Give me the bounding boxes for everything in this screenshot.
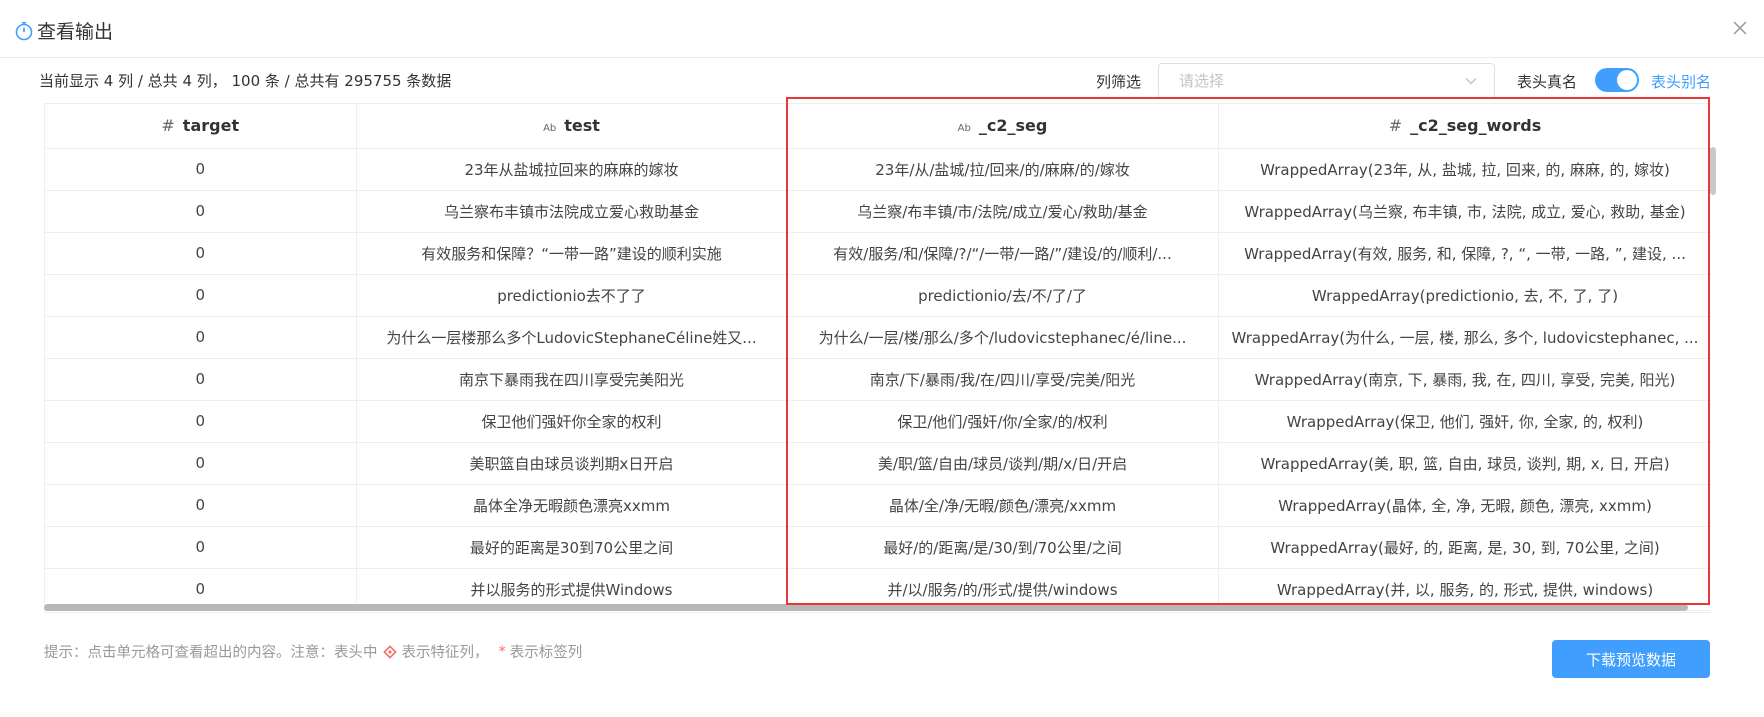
column-header-label: _c2_seg	[978, 116, 1048, 136]
table-cell[interactable]: 南京/下/暴雨/我/在/四川/享受/完美/阳光	[787, 358, 1219, 401]
table-cell[interactable]: 0	[45, 400, 357, 443]
table-cell[interactable]: 23年从盐城拉回来的麻麻的嫁妆	[356, 148, 788, 191]
toggle-knob	[1617, 70, 1637, 90]
table-cell[interactable]: 有效服务和保障？“一带一路”建设的顺利实施	[356, 232, 788, 275]
table-row: 0 晶体全净无暇颜色漂亮xxmm 晶体/全/净/无暇/颜色/漂亮/xxmm Wr…	[45, 484, 1711, 527]
table-cell[interactable]: 0	[45, 526, 357, 569]
number-type-icon: #	[1388, 116, 1403, 136]
vertical-scrollbar[interactable]	[1710, 147, 1716, 195]
table-cell[interactable]: 美职篮自由球员谈判期x日开启	[356, 442, 788, 485]
data-table: # target Ab test Ab _c2_seg # _c2_seg_words …	[45, 104, 1711, 611]
table-header-row: # target Ab test Ab _c2_seg # _c2_seg_words	[45, 104, 1711, 149]
table-row: 0 保卫他们强奸你全家的权利 保卫/他们/强奸/你/全家/的/权利 Wrappe…	[45, 400, 1711, 443]
table-cell[interactable]: 最好/的/距离/是/30/到/70公里/之间	[787, 526, 1219, 569]
hint-prefix: 提示：点击单元格可查看超出的内容。注意：表头中	[44, 645, 378, 661]
table-cell[interactable]: WrappedArray(南京, 下, 暴雨, 我, 在, 四川, 享受, 完美…	[1218, 358, 1711, 401]
label-star-icon: *	[498, 643, 506, 660]
table-cell[interactable]: WrappedArray(乌兰察, 布丰镇, 市, 法院, 成立, 爱心, 救助…	[1218, 190, 1711, 233]
table-cell[interactable]: 为什么一层楼那么多个LudovicStephaneCéline姓又...	[356, 316, 788, 359]
table-cell[interactable]: 0	[45, 274, 357, 317]
table-row: 0 美职篮自由球员谈判期x日开启 美/职/篮/自由/球员/谈判/期/x/日/开启…	[45, 442, 1711, 485]
text-type-icon: Ab	[543, 123, 557, 135]
text-type-icon: Ab	[957, 123, 971, 135]
number-type-icon: #	[161, 116, 175, 136]
table-cell[interactable]: 0	[45, 316, 357, 359]
table-cell[interactable]: 晶体全净无暇颜色漂亮xxmm	[356, 484, 788, 527]
table-cell[interactable]: predictionio/去/不/了/了	[787, 274, 1219, 317]
column-header-c2-seg-words[interactable]: # _c2_seg_words	[1218, 104, 1711, 149]
column-header-target[interactable]: # target	[45, 104, 357, 149]
table-cell[interactable]: WrappedArray(predictionio, 去, 不, 了, 了)	[1218, 274, 1711, 317]
horizontal-scrollbar[interactable]	[44, 604, 1688, 611]
table-cell[interactable]: WrappedArray(有效, 服务, 和, 保障, ?, “, 一带, 一路…	[1218, 232, 1711, 275]
table-cell[interactable]: 23年/从/盐城/拉/回来/的/麻麻/的/嫁妆	[787, 148, 1219, 191]
table-row: 0 23年从盐城拉回来的麻麻的嫁妆 23年/从/盐城/拉/回来/的/麻麻/的/嫁…	[45, 148, 1711, 191]
table-cell[interactable]: 有效/服务/和/保障/?/“/一带/一路/”/建设/的/顺利/...	[787, 232, 1219, 275]
table-cell[interactable]: 美/职/篮/自由/球员/谈判/期/x/日/开启	[787, 442, 1219, 485]
table-row: 0 为什么一层楼那么多个LudovicStephaneCéline姓又... 为…	[45, 316, 1711, 359]
header-alias-label: 表头别名	[1651, 73, 1712, 91]
table-cell[interactable]: 为什么/一层/楼/那么/多个/ludovicstephanec/é/line..…	[787, 316, 1219, 359]
table-cell[interactable]: 最好的距离是30到70公里之间	[356, 526, 788, 569]
chevron-down-icon[interactable]	[1464, 74, 1478, 88]
table-cell[interactable]: 0	[45, 190, 357, 233]
data-table-container: # target Ab test Ab _c2_seg # _c2_seg_words …	[44, 103, 1711, 613]
table-cell[interactable]: 0	[45, 358, 357, 401]
header-alias-toggle[interactable]	[1595, 68, 1639, 92]
table-cell[interactable]: 乌兰察/布丰镇/市/法院/成立/爱心/救助/基金	[787, 190, 1219, 233]
table-cell[interactable]: 0	[45, 148, 357, 191]
column-header-label: _c2_seg_words	[1410, 116, 1542, 136]
table-cell[interactable]: WrappedArray(23年, 从, 盐城, 拉, 回来, 的, 麻麻, 的…	[1218, 148, 1711, 191]
table-cell[interactable]: 乌兰察布丰镇市法院成立爱心救助基金	[356, 190, 788, 233]
column-header-c2-seg[interactable]: Ab _c2_seg	[787, 104, 1219, 149]
dialog-title-wrap: 查看输出	[14, 17, 113, 44]
table-row: 0 predictionio去不了了 predictionio/去/不/了/了 …	[45, 274, 1711, 317]
table-cell[interactable]: WrappedArray(为什么, 一层, 楼, 那么, 多个, ludovic…	[1218, 316, 1711, 359]
table-cell[interactable]: 0	[45, 442, 357, 485]
table-cell[interactable]: 保卫/他们/强奸/你/全家/的/权利	[787, 400, 1219, 443]
table-row: 0 有效服务和保障？“一带一路”建设的顺利实施 有效/服务/和/保障/?/“/一…	[45, 232, 1711, 275]
table-cell[interactable]: predictionio去不了了	[356, 274, 788, 317]
column-header-label: test	[564, 116, 600, 136]
header-realname-label: 表头真名	[1517, 73, 1578, 91]
table-cell[interactable]: WrappedArray(保卫, 他们, 强奸, 你, 全家, 的, 权利)	[1218, 400, 1711, 443]
column-header-test[interactable]: Ab test	[356, 104, 788, 149]
hint-label-text: 表示标签列	[509, 645, 583, 661]
feature-column-icon	[382, 644, 397, 659]
column-header-label: target	[182, 116, 240, 136]
table-cell[interactable]: 0	[45, 232, 357, 275]
hint-text: 提示：点击单元格可查看超出的内容。注意：表头中 表示特征列， * 表示标签列	[44, 641, 582, 662]
table-cell[interactable]: 保卫他们强奸你全家的权利	[356, 400, 788, 443]
column-filter-select[interactable]	[1158, 63, 1495, 99]
table-cell[interactable]: 0	[45, 484, 357, 527]
column-filter-label: 列筛选	[1096, 73, 1142, 91]
data-summary: 当前显示 4 列 / 总共 4 列， 100 条 / 总共有 295755 条数…	[39, 72, 452, 90]
table-cell[interactable]: 晶体/全/净/无暇/颜色/漂亮/xxmm	[787, 484, 1219, 527]
download-preview-button[interactable]: 下载预览数据	[1552, 640, 1710, 678]
close-icon[interactable]	[1730, 18, 1750, 38]
timer-icon	[15, 21, 33, 40]
dialog-header: 查看输出	[0, 0, 1764, 58]
table-cell[interactable]: WrappedArray(晶体, 全, 净, 无暇, 颜色, 漂亮, xxmm)	[1218, 484, 1711, 527]
table-cell[interactable]: WrappedArray(最好, 的, 距离, 是, 30, 到, 70公里, …	[1218, 526, 1711, 569]
column-filter-input[interactable]	[1179, 64, 1459, 98]
hint-feature-text: 表示特征列，	[401, 645, 489, 661]
table-cell[interactable]: 南京下暴雨我在四川享受完美阳光	[356, 358, 788, 401]
table-row: 0 最好的距离是30到70公里之间 最好/的/距离/是/30/到/70公里/之间…	[45, 526, 1711, 569]
dialog-title: 查看输出	[37, 21, 114, 43]
table-row: 0 南京下暴雨我在四川享受完美阳光 南京/下/暴雨/我/在/四川/享受/完美/阳…	[45, 358, 1711, 401]
table-cell[interactable]: WrappedArray(美, 职, 篮, 自由, 球员, 谈判, 期, x, …	[1218, 442, 1711, 485]
table-row: 0 乌兰察布丰镇市法院成立爱心救助基金 乌兰察/布丰镇/市/法院/成立/爱心/救…	[45, 190, 1711, 233]
